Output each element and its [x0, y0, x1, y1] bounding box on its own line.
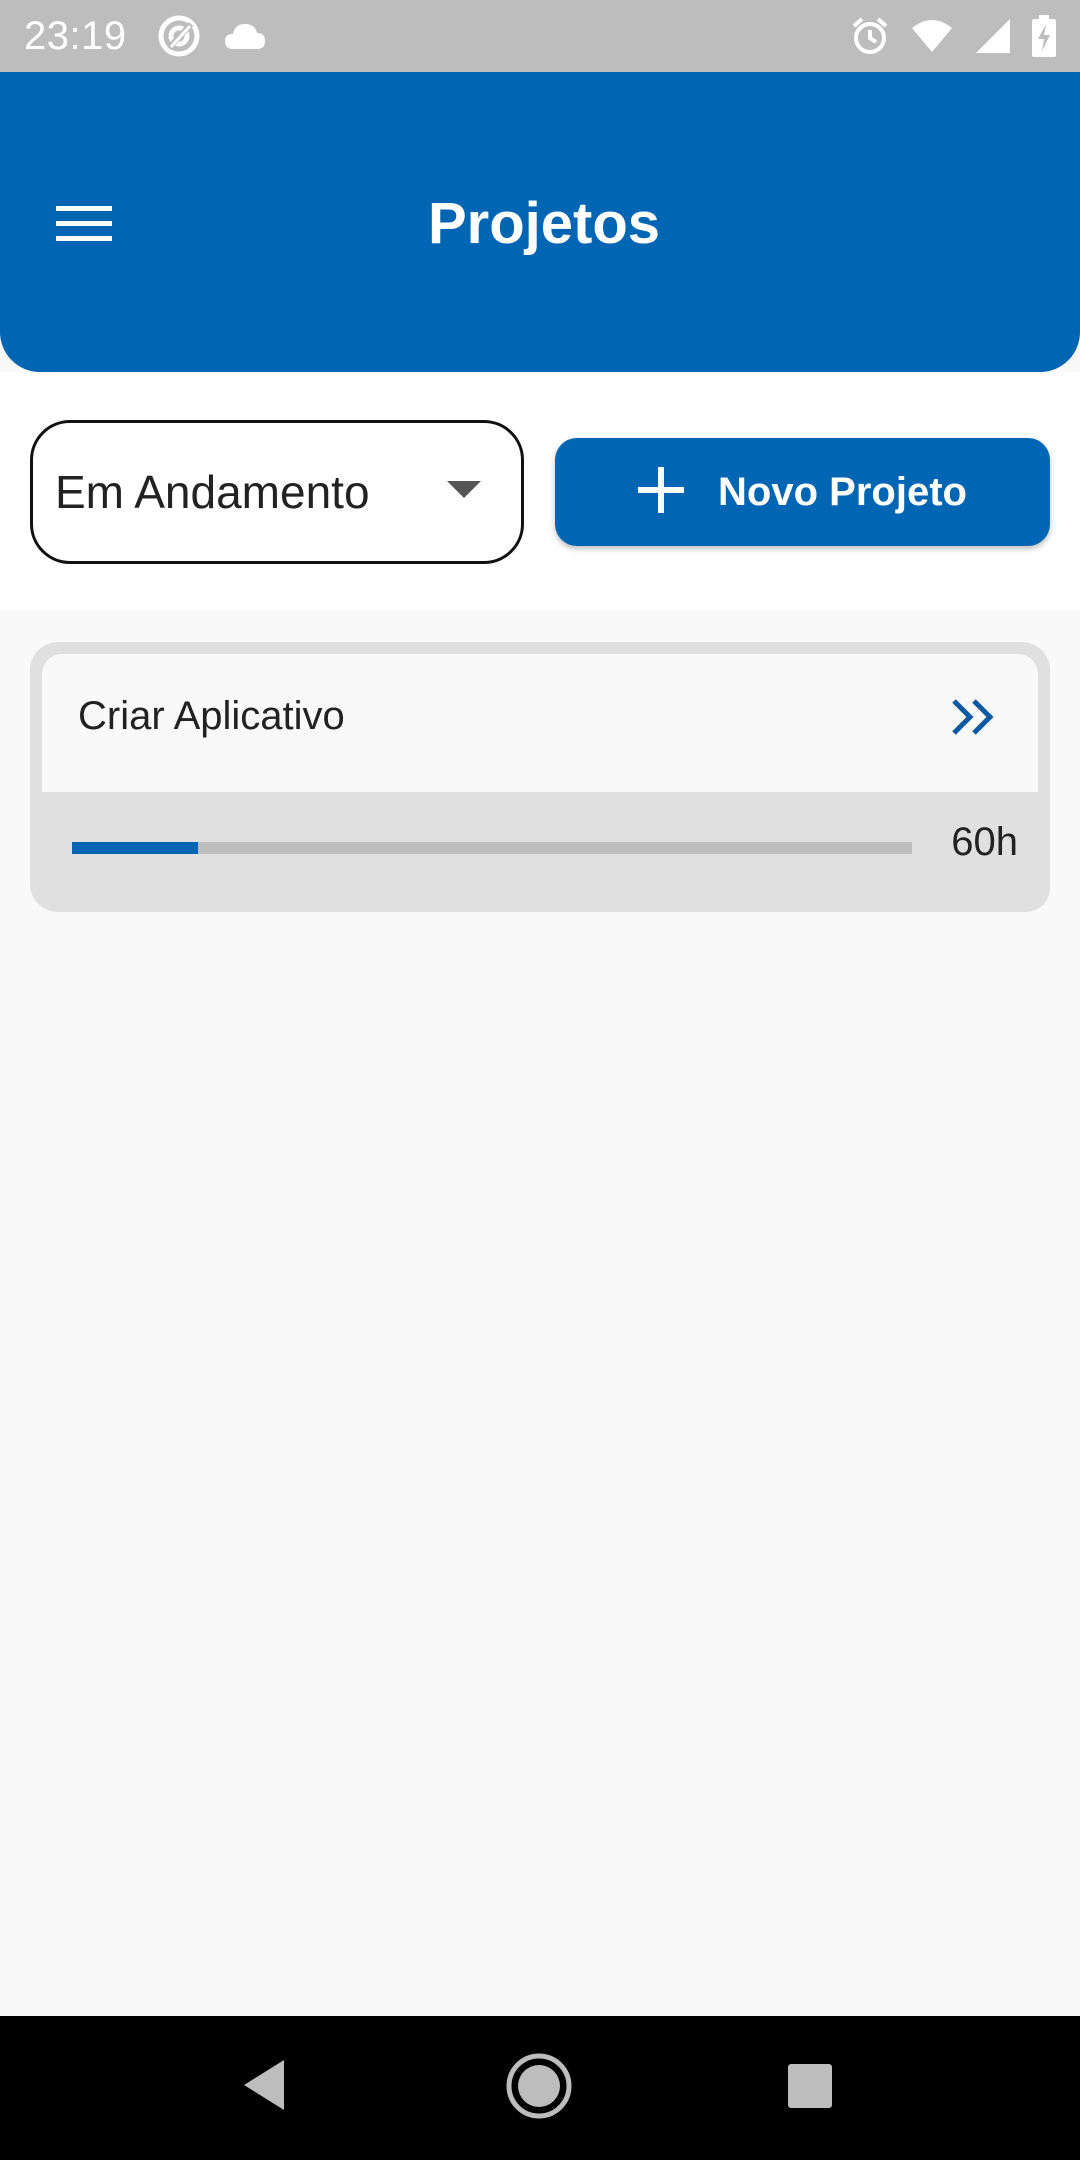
project-progress-fill [72, 842, 198, 854]
project-progress-bar [72, 842, 912, 854]
double-chevron-right-icon [950, 697, 996, 742]
signal-icon [974, 17, 1012, 55]
open-project-button[interactable] [938, 684, 1008, 754]
project-name: Criar Aplicativo [78, 694, 345, 738]
project-card[interactable]: Criar Aplicativo 60h [30, 642, 1050, 912]
project-card-footer: 60h [42, 792, 1050, 912]
alarm-icon [850, 16, 890, 56]
nav-recents-button[interactable] [786, 2062, 834, 2115]
plus-icon [638, 466, 685, 518]
navigation-bar [0, 2016, 1080, 2160]
dropdown-arrow-icon [447, 480, 481, 504]
status-bar: 23:19 [0, 0, 1080, 72]
project-card-header: Criar Aplicativo [42, 654, 1038, 792]
cloud-icon [223, 21, 267, 51]
app-bar: Projetos [0, 72, 1080, 372]
new-project-button[interactable]: Novo Projeto [555, 438, 1050, 546]
status-filter-select[interactable]: Em Andamento [30, 420, 524, 564]
battery-charging-icon [1032, 15, 1056, 57]
at-sign-icon [157, 14, 201, 58]
nav-home-button[interactable] [505, 2052, 573, 2125]
page-title: Projetos [427, 191, 661, 256]
status-time: 23:19 [24, 13, 127, 58]
wifi-icon [910, 18, 954, 54]
back-icon [240, 2060, 288, 2116]
project-hours: 60h [951, 820, 1018, 864]
status-filter-value: Em Andamento [55, 466, 370, 518]
home-icon [505, 2053, 573, 2124]
controls-row: Em Andamento Novo Projeto [0, 372, 1080, 610]
recents-icon [786, 2064, 834, 2114]
nav-back-button[interactable] [240, 2058, 288, 2117]
new-project-label: Novo Projeto [718, 469, 967, 514]
